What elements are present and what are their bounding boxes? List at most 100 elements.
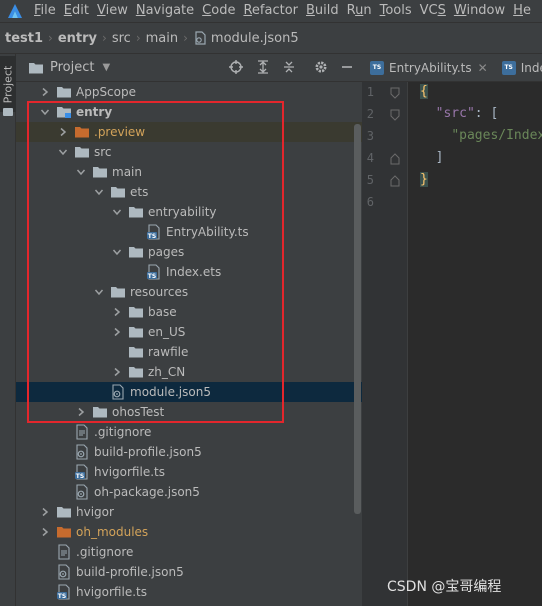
menu-build[interactable]: Build (302, 0, 343, 22)
code-key: "src" (435, 106, 475, 121)
tree-item-label: hvigor (76, 505, 114, 519)
tree-item-ets[interactable]: ets (16, 182, 362, 202)
tree-item-oh-package-json5[interactable]: oh-package.json5 (16, 482, 362, 502)
chevron-down-icon[interactable] (92, 185, 106, 199)
tree-item-preview[interactable]: .preview (16, 122, 362, 142)
chevron-down-icon[interactable] (110, 245, 124, 259)
menu-navigate[interactable]: Navigate (132, 0, 198, 22)
tree-item-oh-modules[interactable]: oh_modules (16, 522, 362, 542)
tree-item-entry[interactable]: entry (16, 102, 362, 122)
fold-icon[interactable] (390, 87, 400, 99)
chevron-right-icon[interactable] (74, 405, 88, 419)
tree-item-main[interactable]: main (16, 162, 362, 182)
menu-label-part: VC (419, 3, 438, 18)
menu-mnemonic: H (513, 3, 523, 18)
tree-item-gitignore[interactable]: .gitignore (16, 422, 362, 442)
tree-item-hvigorfile-ts[interactable]: TS hvigorfile.ts (16, 582, 362, 602)
menu-edit[interactable]: Edit (60, 0, 93, 22)
locate-icon[interactable] (227, 58, 245, 76)
code-line: } (420, 172, 428, 187)
tree-item-zh-cn[interactable]: zh_CN (16, 362, 362, 382)
breadcrumb-module[interactable]: entry (58, 31, 97, 46)
tree-item-entryability[interactable]: entryability (16, 202, 362, 222)
tree-item-en-us[interactable]: en_US (16, 322, 362, 342)
json-file-icon (110, 384, 126, 400)
tab-entryability[interactable]: TS EntryAbility.ts ✕ (362, 54, 494, 82)
json-file-icon (56, 564, 72, 580)
tree-item-label: pages (148, 245, 185, 259)
project-tool-tab[interactable]: Project (0, 56, 16, 116)
folder-icon (128, 364, 144, 380)
tree-item-module-json5[interactable]: module.json5 (16, 382, 362, 402)
collapse-all-icon[interactable] (280, 58, 298, 76)
chevron-down-icon[interactable] (56, 145, 70, 159)
menu-window[interactable]: Window (450, 0, 509, 22)
chevron-down-icon[interactable] (74, 165, 88, 179)
menu-vcs[interactable]: VCS (416, 0, 450, 22)
chevron-right-icon[interactable] (38, 505, 52, 519)
fold-icon[interactable] (390, 153, 400, 165)
fold-icon[interactable] (390, 175, 400, 187)
project-tree: AppScope entry .preview src main ets entryabil… (16, 82, 362, 606)
fold-icon[interactable] (390, 109, 400, 121)
tree-item-label: ets (130, 185, 149, 199)
tree-item-hvigor[interactable]: hvigor (16, 502, 362, 522)
menu-run[interactable]: Run (343, 0, 376, 22)
tree-item-pages[interactable]: pages (16, 242, 362, 262)
tree-scrollbar[interactable] (354, 124, 361, 514)
folder-icon (92, 164, 108, 180)
menu-code[interactable]: Code (198, 0, 239, 22)
project-view-selector[interactable]: Project ▼ (28, 60, 110, 75)
menu-label-part: dit (72, 3, 89, 18)
menu-mnemonic: C (202, 3, 212, 18)
close-icon[interactable]: ✕ (478, 61, 488, 75)
tree-item-entryability-ts[interactable]: TS EntryAbility.ts (16, 222, 362, 242)
tree-item-ohostest[interactable]: ohosTest (16, 402, 362, 422)
chevron-down-icon[interactable] (92, 285, 106, 299)
code-editor[interactable]: { "src": [ "pages/Index" ] } (408, 82, 542, 606)
chevron-down-icon[interactable] (110, 205, 124, 219)
menu-label-part: n (363, 3, 372, 18)
tree-item-base[interactable]: base (16, 302, 362, 322)
left-tool-strip: Project (0, 54, 16, 606)
tree-item-src[interactable]: src (16, 142, 362, 162)
chevron-right-icon[interactable] (110, 325, 124, 339)
folder-icon (29, 62, 43, 73)
chevron-down-icon[interactable] (38, 105, 52, 119)
line-number: 1 (366, 85, 374, 99)
line-number: 6 (366, 195, 374, 209)
breadcrumb-src[interactable]: src (112, 31, 131, 46)
menu-refactor[interactable]: Refactor (239, 0, 302, 22)
chevron-right-icon[interactable] (38, 525, 52, 539)
folder-icon (128, 244, 144, 260)
tree-item-build-profile-json5[interactable]: build-profile.json5 (16, 562, 362, 582)
menu-view[interactable]: View (93, 0, 132, 22)
breadcrumb-file[interactable]: module.json5 (193, 31, 299, 46)
gear-icon[interactable] (312, 58, 330, 76)
menu-he[interactable]: He (509, 0, 535, 22)
chevron-right-icon[interactable] (110, 305, 124, 319)
ts-file-icon: TS (370, 60, 384, 75)
chevron-right-icon[interactable] (38, 85, 52, 99)
folder-icon (74, 144, 90, 160)
tree-item-index-ets[interactable]: TS Index.ets (16, 262, 362, 282)
menu-file[interactable]: File (30, 0, 60, 22)
tree-item-appscope[interactable]: AppScope (16, 82, 362, 102)
tab-index[interactable]: TS Index (494, 54, 542, 82)
tree-item-label: oh-package.json5 (94, 485, 200, 499)
breadcrumb-file-label: module.json5 (210, 30, 299, 46)
breadcrumb-project[interactable]: test1 (5, 31, 43, 46)
chevron-right-icon[interactable] (56, 125, 70, 139)
chevron-right-icon[interactable] (110, 365, 124, 379)
tree-item-gitignore[interactable]: .gitignore (16, 542, 362, 562)
tree-item-rawfile[interactable]: rawfile (16, 342, 362, 362)
tree-item-build-profile-json5[interactable]: build-profile.json5 (16, 442, 362, 462)
expand-all-icon[interactable] (254, 58, 272, 76)
app-logo-icon (0, 0, 30, 22)
tree-item-hvigorfile-ts[interactable]: TS hvigorfile.ts (16, 462, 362, 482)
breadcrumb-main[interactable]: main (146, 31, 178, 46)
tree-item-resources[interactable]: resources (16, 282, 362, 302)
hide-panel-icon[interactable] (338, 58, 356, 76)
menu-tools[interactable]: Tools (376, 0, 416, 22)
